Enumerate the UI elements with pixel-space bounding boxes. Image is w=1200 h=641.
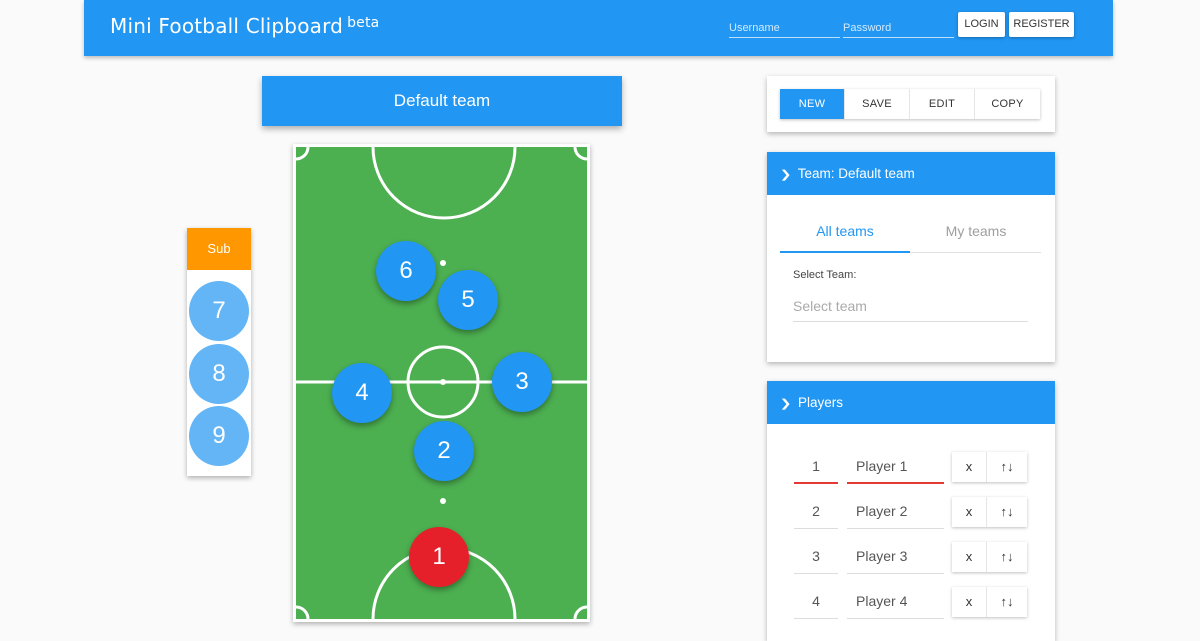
password-input[interactable] bbox=[843, 14, 954, 38]
substitutes-panel: Sub 7 8 9 bbox=[187, 228, 251, 476]
player-number-input[interactable]: 4 bbox=[794, 587, 838, 619]
beta-tag: beta bbox=[347, 15, 380, 31]
player-token[interactable]: 4 bbox=[332, 363, 392, 423]
top-penalty-arc bbox=[371, 147, 517, 220]
top-app-bar: Mini Football Clipboardbeta LOGIN REGIST… bbox=[84, 0, 1113, 56]
corner-arc bbox=[573, 605, 587, 619]
player-name-input[interactable]: Player 2 bbox=[847, 497, 944, 529]
player-name-input[interactable]: Player 1 bbox=[847, 452, 944, 484]
app-title[interactable]: Mini Football Clipboard beta bbox=[110, 14, 379, 38]
chevron-down-icon: ❯ bbox=[779, 169, 792, 181]
select-team-dropdown[interactable]: Select team bbox=[793, 294, 1028, 322]
tab-all-teams[interactable]: All teams bbox=[780, 214, 910, 253]
player-row: 1 Player 1 x ↑↓ bbox=[767, 452, 1055, 486]
remove-player-button[interactable]: x bbox=[952, 587, 987, 617]
chevron-down-icon: ❯ bbox=[779, 398, 792, 410]
new-button[interactable]: NEW bbox=[780, 89, 845, 119]
corner-arc bbox=[296, 147, 310, 161]
team-name-banner[interactable]: Default team bbox=[262, 76, 622, 126]
remove-player-button[interactable]: x bbox=[952, 497, 987, 527]
player-name-input[interactable]: Player 4 bbox=[847, 587, 944, 619]
player-row-actions: x ↑↓ bbox=[952, 542, 1027, 572]
copy-button[interactable]: COPY bbox=[975, 89, 1040, 119]
player-row: 4 Player 4 x ↑↓ bbox=[767, 587, 1055, 621]
corner-arc bbox=[296, 605, 310, 619]
player-name-input[interactable]: Player 3 bbox=[847, 542, 944, 574]
team-panel: ❯ Team: Default team All teams My teams … bbox=[767, 152, 1055, 362]
swap-player-button[interactable]: ↑↓ bbox=[987, 452, 1027, 482]
swap-player-button[interactable]: ↑↓ bbox=[987, 587, 1027, 617]
football-pitch[interactable]: 1 2 3 4 5 6 bbox=[293, 144, 590, 622]
center-spot bbox=[440, 379, 446, 385]
action-button-group: NEW SAVE EDIT COPY bbox=[780, 89, 1040, 119]
player-row-actions: x ↑↓ bbox=[952, 497, 1027, 527]
player-row: 2 Player 2 x ↑↓ bbox=[767, 497, 1055, 531]
login-button[interactable]: LOGIN bbox=[958, 12, 1005, 37]
player-row-actions: x ↑↓ bbox=[952, 452, 1027, 482]
register-button[interactable]: REGISTER bbox=[1009, 12, 1074, 37]
swap-player-button[interactable]: ↑↓ bbox=[987, 497, 1027, 527]
sub-player-token[interactable]: 7 bbox=[189, 281, 249, 341]
team-panel-header[interactable]: ❯ Team: Default team bbox=[767, 152, 1055, 195]
remove-player-button[interactable]: x bbox=[952, 452, 987, 482]
save-button[interactable]: SAVE bbox=[845, 89, 910, 119]
player-number-input[interactable]: 1 bbox=[794, 452, 838, 484]
username-input[interactable] bbox=[729, 14, 840, 38]
select-team-label: Select Team: bbox=[793, 269, 857, 281]
players-panel-title: Players bbox=[797, 395, 843, 410]
sub-player-token[interactable]: 8 bbox=[189, 344, 249, 404]
players-panel: ❯ Players 1 Player 1 x ↑↓ 2 Player 2 x ↑… bbox=[767, 381, 1055, 641]
player-token[interactable]: 6 bbox=[376, 241, 436, 301]
player-token[interactable]: 3 bbox=[492, 352, 552, 412]
player-number-input[interactable]: 2 bbox=[794, 497, 838, 529]
top-penalty-spot bbox=[440, 260, 446, 266]
swap-player-button[interactable]: ↑↓ bbox=[987, 542, 1027, 572]
app-title-text: Mini Football Clipboard bbox=[110, 14, 344, 38]
player-row-actions: x ↑↓ bbox=[952, 587, 1027, 617]
players-panel-header[interactable]: ❯ Players bbox=[767, 381, 1055, 424]
player-token[interactable]: 5 bbox=[438, 270, 498, 330]
player-token-goalkeeper[interactable]: 1 bbox=[409, 527, 469, 587]
bottom-penalty-spot bbox=[440, 498, 446, 504]
player-token[interactable]: 2 bbox=[414, 421, 474, 481]
sub-player-token[interactable]: 9 bbox=[189, 406, 249, 466]
action-toolbar-card: NEW SAVE EDIT COPY bbox=[767, 76, 1055, 132]
player-row: 3 Player 3 x ↑↓ bbox=[767, 542, 1055, 576]
team-tabs: All teams My teams bbox=[780, 214, 1041, 253]
tab-my-teams[interactable]: My teams bbox=[911, 214, 1041, 253]
sub-header: Sub bbox=[187, 228, 251, 270]
edit-button[interactable]: EDIT bbox=[910, 89, 975, 119]
corner-arc bbox=[573, 147, 587, 161]
player-number-input[interactable]: 3 bbox=[794, 542, 838, 574]
remove-player-button[interactable]: x bbox=[952, 542, 987, 572]
team-panel-title: Team: Default team bbox=[797, 166, 915, 181]
